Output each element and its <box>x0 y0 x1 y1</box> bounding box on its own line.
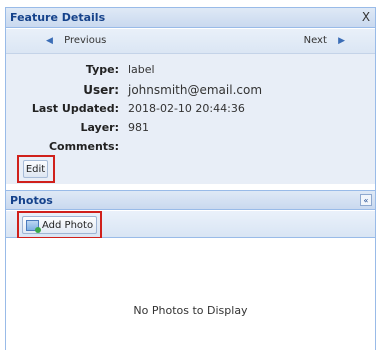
photos-title: Photos <box>10 194 53 207</box>
field-row-comments: Comments: <box>6 140 375 154</box>
field-value: label <box>128 63 155 76</box>
add-photo-highlight: Add Photo <box>17 211 102 239</box>
edit-button[interactable]: Edit <box>23 160 48 178</box>
feature-details-window: Feature Details X ◀ Previous Next ▶ Type… <box>5 7 376 350</box>
photos-list: No Photos to Display <box>6 238 375 350</box>
field-label: Type: <box>85 63 119 76</box>
field-row-user: User: johnsmith@email.com <box>6 83 375 97</box>
close-icon[interactable]: X <box>359 8 373 27</box>
arrow-left-icon: ◀ <box>46 36 53 46</box>
field-label: Comments: <box>48 140 119 153</box>
feature-details-body: Type: label User: johnsmith@email.com La… <box>6 54 375 184</box>
previous-label: Previous <box>64 35 107 46</box>
add-photo-button[interactable]: Add Photo <box>22 216 97 234</box>
photos-header: Photos « <box>6 190 375 210</box>
edit-highlight: Edit <box>17 155 55 183</box>
panel-title: Feature Details <box>10 11 106 24</box>
field-value: 2018-02-10 20:44:36 <box>128 102 245 115</box>
add-photo-label: Add Photo <box>42 220 94 231</box>
field-row-last-updated: Last Updated: 2018-02-10 20:44:36 <box>6 102 375 116</box>
collapse-icon[interactable]: « <box>360 194 372 206</box>
photo-add-icon <box>26 220 41 233</box>
field-row-layer: Layer: 981 <box>6 121 375 135</box>
next-button[interactable]: Next ▶ <box>304 35 345 46</box>
feature-nav-bar: ◀ Previous Next ▶ <box>6 29 375 54</box>
field-row-type: Type: label <box>6 63 375 77</box>
previous-button[interactable]: ◀ Previous <box>46 35 106 46</box>
field-label: Last Updated: <box>31 102 119 115</box>
feature-details-header: Feature Details X <box>6 8 375 28</box>
field-value: johnsmith@email.com <box>128 83 263 97</box>
arrow-right-icon: ▶ <box>338 36 345 46</box>
field-value: 981 <box>128 121 149 134</box>
field-label: User: <box>83 83 119 97</box>
next-label: Next <box>303 35 327 46</box>
field-label: Layer: <box>80 121 119 134</box>
empty-photos-message: No Photos to Display <box>133 304 248 317</box>
